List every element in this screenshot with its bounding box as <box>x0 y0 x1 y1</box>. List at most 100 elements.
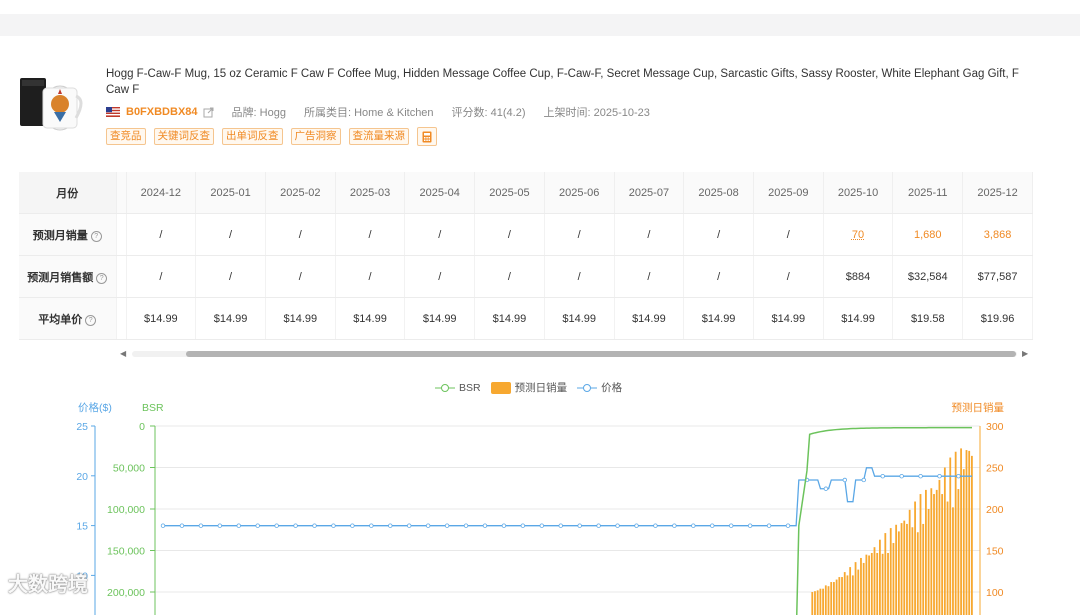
daily-sales-bar <box>852 575 854 615</box>
price-point <box>748 524 752 528</box>
asin-link[interactable]: B0FXBDBX84 <box>126 106 198 118</box>
spacer-cell <box>116 214 126 256</box>
legend-item-bsr[interactable]: BSR <box>435 382 481 394</box>
price-point <box>938 474 942 478</box>
table-cell: / <box>753 214 823 256</box>
daily-sales-bar <box>833 582 835 615</box>
month-header-cell: 2025-06 <box>544 172 614 214</box>
scroll-thumb[interactable] <box>186 351 1016 357</box>
price-point <box>635 524 639 528</box>
daily-sales-bar <box>960 448 962 615</box>
table-cell: $77,587 <box>963 256 1033 298</box>
table-cell: $14.99 <box>196 298 266 340</box>
table-cell: / <box>335 214 405 256</box>
help-icon[interactable]: ? <box>85 315 96 326</box>
price-point <box>616 524 620 528</box>
price-point <box>786 524 790 528</box>
daily-sales-axis-label: 预测日销量 <box>952 401 1005 414</box>
table-cell[interactable]: 70 <box>823 214 893 256</box>
sales-trend-chart[interactable]: 价格($) BSR 预测日销量 050,000100,000150,000200… <box>0 395 1080 615</box>
price-point <box>881 474 885 478</box>
daily-sales-bar <box>911 527 913 615</box>
daily-sales-bar <box>811 592 813 615</box>
keyword-reverse-button[interactable]: 关键词反查 <box>154 128 215 145</box>
table-cell: $14.99 <box>405 298 475 340</box>
table-row: 平均单价? $14.99$14.99$14.99$14.99$14.99$14.… <box>19 298 1033 340</box>
bar-legend-icon <box>491 382 511 394</box>
daily-sales-bar <box>887 553 889 615</box>
spacer-cell <box>116 172 126 214</box>
price-point <box>597 524 601 528</box>
price-point <box>256 524 260 528</box>
daily-sales-bar <box>857 570 859 615</box>
daily-sales-bar <box>949 458 951 615</box>
daily-sales-bar <box>947 502 949 615</box>
product-title[interactable]: Hogg F-Caw-F Mug, 15 oz Ceramic F Caw F … <box>106 66 1036 98</box>
legend-item-daily-sales[interactable]: 预测日销量 <box>491 380 568 395</box>
order-keyword-button[interactable]: 出单词反查 <box>222 128 283 145</box>
competitor-button[interactable]: 查竞品 <box>106 128 146 145</box>
daily-sales-bar <box>814 591 816 615</box>
price-tick-label: 15 <box>76 521 88 533</box>
price-point <box>370 524 374 528</box>
daily-sales-bar <box>865 555 867 615</box>
legend-item-price[interactable]: 价格 <box>577 380 622 395</box>
price-point <box>521 524 525 528</box>
price-point <box>729 524 733 528</box>
price-point <box>180 524 184 528</box>
help-icon[interactable]: ? <box>96 273 107 284</box>
daily-sales-bar <box>966 450 968 615</box>
scroll-left-icon[interactable]: ◀ <box>120 349 126 358</box>
daily-sales-bar <box>939 480 941 615</box>
daily-sales-bar <box>828 586 830 615</box>
bsr-axis-label: BSR <box>142 402 164 414</box>
table-cell: $19.58 <box>893 298 963 340</box>
price-point <box>957 474 961 478</box>
daily-sales-bar <box>871 553 873 615</box>
table-cell: / <box>614 256 684 298</box>
action-buttons: 查竞品 关键词反查 出单词反查 广告洞察 查流量来源 <box>106 127 437 146</box>
help-icon[interactable]: ? <box>91 231 102 242</box>
row-label: 平均单价? <box>19 298 116 340</box>
table-horizontal-scrollbar[interactable]: ◀ ▶ <box>120 349 1030 359</box>
row-label: 预测月销量? <box>19 214 116 256</box>
daily-sales-bar <box>876 553 878 615</box>
table-cell: $14.99 <box>614 298 684 340</box>
daily-sales-bar <box>868 555 870 615</box>
bsr-tick-label: 50,000 <box>113 463 145 475</box>
calculator-icon[interactable] <box>417 127 437 146</box>
daily-sales-bar <box>863 563 865 615</box>
daily-sales-bar <box>963 469 965 615</box>
price-point <box>843 478 847 482</box>
daily-sales-bar <box>825 585 827 615</box>
month-header-cell: 2025-09 <box>753 172 823 214</box>
price-legend-icon <box>577 383 597 393</box>
price-point <box>161 524 165 528</box>
daily-sales-bar <box>906 524 908 615</box>
table-cell: / <box>405 214 475 256</box>
external-link-icon[interactable] <box>203 107 214 118</box>
month-header-cell: 2025-02 <box>265 172 335 214</box>
ad-insight-button[interactable]: 广告洞察 <box>291 128 341 145</box>
price-point <box>445 524 449 528</box>
price-point <box>767 524 771 528</box>
month-header-cell: 2025-12 <box>963 172 1033 214</box>
product-image[interactable] <box>18 74 86 136</box>
table-cell: $19.96 <box>963 298 1033 340</box>
month-header-cell: 2025-01 <box>196 172 266 214</box>
table-cell: / <box>126 256 196 298</box>
spacer-cell <box>116 256 126 298</box>
table-cell: 1,680 <box>893 214 963 256</box>
month-header-cell: 2025-03 <box>335 172 405 214</box>
daily-sales-bar <box>944 468 946 615</box>
price-point <box>578 524 582 528</box>
daily-sales-bar <box>817 590 819 615</box>
daily-sales-bar <box>917 532 919 615</box>
daily-sales-bar <box>847 575 849 615</box>
traffic-source-button[interactable]: 查流量来源 <box>349 128 410 145</box>
scroll-right-icon[interactable]: ▶ <box>1022 349 1028 358</box>
top-bar <box>0 14 1080 36</box>
table-cell: $14.99 <box>753 298 823 340</box>
price-point <box>824 487 828 491</box>
month-header: 月份 <box>19 172 116 214</box>
